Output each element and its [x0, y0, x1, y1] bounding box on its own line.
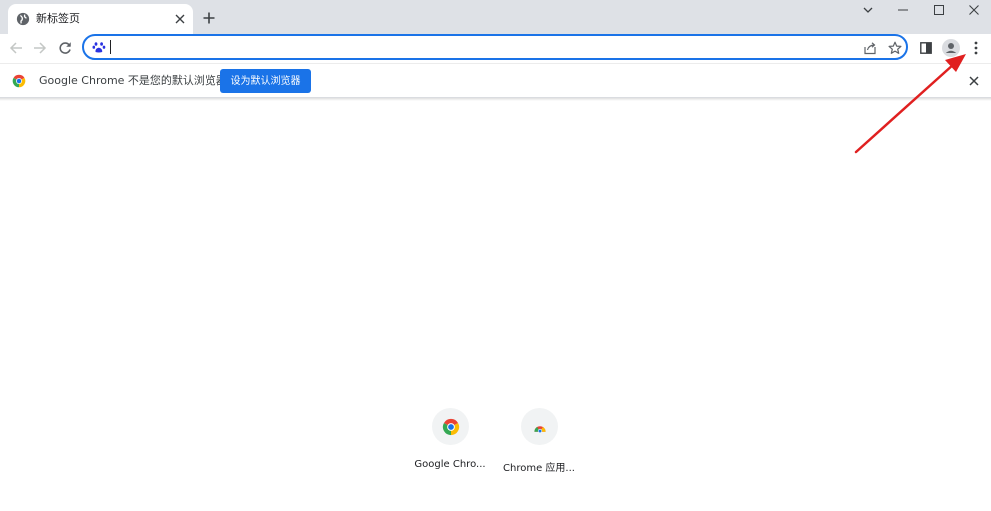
menu-button[interactable]: [964, 36, 988, 60]
shortcut-label: Chrome 应用...: [503, 463, 575, 474]
new-tab-button[interactable]: [199, 8, 219, 28]
back-button[interactable]: [4, 36, 28, 60]
minimize-icon: [898, 9, 908, 11]
active-tab[interactable]: 新标签页: [8, 4, 193, 34]
address-input[interactable]: [108, 39, 848, 55]
side-panel-icon: [920, 42, 932, 54]
infobar-close-button[interactable]: [967, 74, 981, 88]
close-icon: [969, 5, 979, 15]
tab-close-button[interactable]: [172, 11, 188, 27]
profile-button[interactable]: [939, 36, 963, 60]
tab-search-button[interactable]: [851, 0, 885, 20]
bookmark-button[interactable]: [886, 39, 904, 57]
close-icon: [969, 76, 979, 86]
close-icon: [175, 14, 185, 24]
forward-button[interactable]: [28, 36, 52, 60]
baidu-paw-icon: [92, 42, 106, 53]
star-icon: [888, 41, 902, 54]
arrow-right-icon: [34, 42, 47, 54]
maximize-icon: [934, 5, 944, 15]
reload-icon: [59, 42, 71, 54]
kebab-menu-icon: [974, 41, 978, 55]
share-icon: [864, 42, 876, 55]
minimize-button[interactable]: [886, 0, 920, 20]
chrome-logo-icon: [12, 74, 26, 88]
profile-icon: [942, 39, 960, 57]
text-caret: [110, 40, 111, 54]
tab-strip: 新标签页: [0, 0, 991, 34]
tab-title: 新标签页: [36, 12, 80, 25]
shortcut-google-chrome[interactable]: Google Chro...: [405, 408, 495, 478]
arrow-left-icon: [9, 42, 22, 54]
toolbar-shadow: [0, 98, 991, 101]
address-bar[interactable]: [82, 34, 908, 60]
window-close-button[interactable]: [957, 0, 991, 20]
share-button[interactable]: [861, 39, 879, 57]
toolbar: [0, 34, 991, 63]
globe-icon: [16, 12, 30, 26]
shortcut-label: Google Chro...: [414, 459, 486, 470]
chrome-web-store-icon: [533, 425, 546, 433]
shortcut-icon-tile: [521, 408, 558, 445]
set-default-browser-button[interactable]: 设为默认浏览器: [220, 69, 311, 93]
default-browser-infobar: Google Chrome 不是您的默认浏览器 设为默认浏览器: [0, 63, 991, 98]
shortcut-chrome-apps[interactable]: Chrome 应用...: [494, 408, 584, 478]
side-panel-button[interactable]: [914, 36, 938, 60]
shortcut-icon-tile: [432, 408, 469, 445]
maximize-button[interactable]: [922, 0, 956, 20]
infobar-message: Google Chrome 不是您的默认浏览器: [39, 74, 227, 87]
plus-icon: [203, 12, 215, 24]
chrome-logo-icon: [442, 418, 459, 435]
reload-button[interactable]: [53, 36, 77, 60]
chevron-down-icon: [863, 7, 873, 13]
